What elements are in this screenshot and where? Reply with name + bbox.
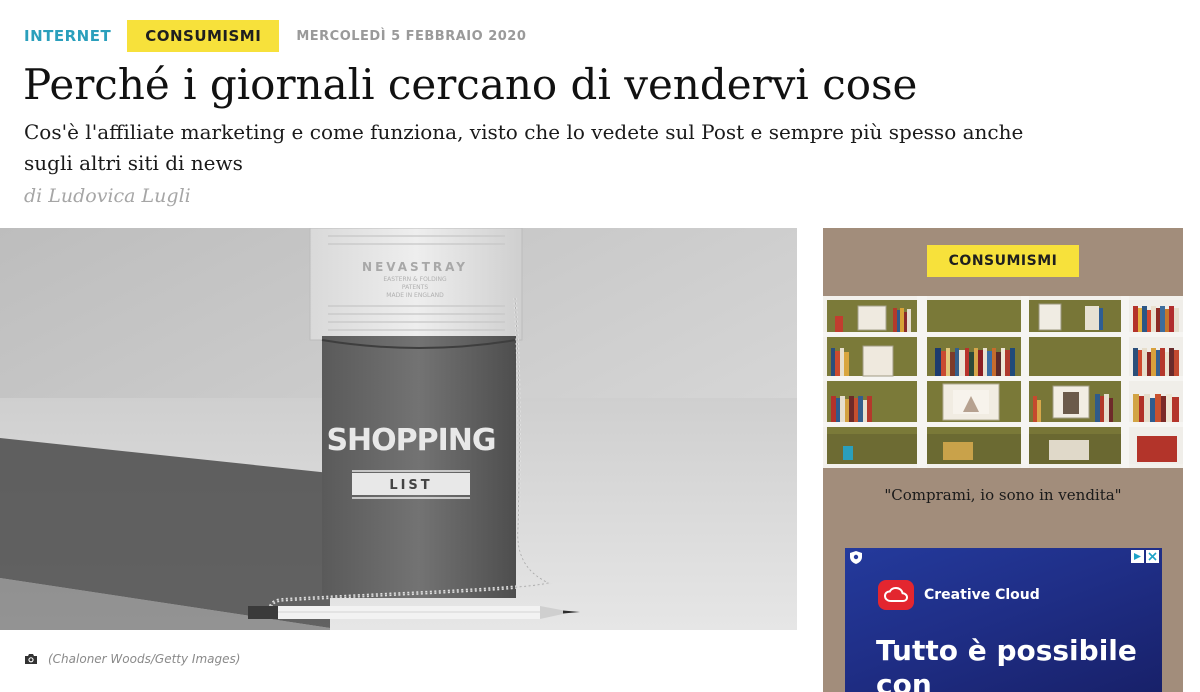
close-icon[interactable] [1146, 550, 1159, 563]
pad-brand: NEVASTRAY [362, 260, 468, 274]
ad-choices [1131, 550, 1159, 563]
category-tag-consumismi[interactable]: CONSUMISMI [127, 20, 280, 52]
sidebar-related: CONSUMISMI "Comprami, io sono in vendita… [823, 228, 1183, 692]
ad-shield-icon [850, 551, 862, 564]
ad-banner[interactable]: Creative Cloud Tutto è possibile con [845, 548, 1162, 692]
ad-headline: Tutto è possibile con [876, 634, 1137, 692]
article-meta: INTERNET CONSUMISMI MERCOLEDÌ 5 FEBBRAIO… [24, 20, 526, 52]
publish-date: MERCOLEDÌ 5 FEBBRAIO 2020 [296, 28, 527, 44]
pad-line-2: PATENTS [402, 284, 428, 291]
pad-line-1: EASTERN & FOLDING [383, 276, 447, 283]
main-photo[interactable]: NEVASTRAY EASTERN & FOLDING PATENTS MADE… [0, 228, 797, 630]
creative-cloud-logo-icon [878, 580, 914, 610]
camera-icon [24, 653, 38, 665]
sidebar-photo-bookshelf[interactable] [823, 296, 1183, 468]
pocket-list: LIST [389, 478, 432, 493]
pad-line-3: MADE IN ENGLAND [386, 292, 444, 299]
pocket-shopping: SHOPPING [326, 423, 495, 458]
article-subtitle: Cos'è l'affiliate marketing e come funzi… [24, 120, 1024, 175]
ad-brand-text: Creative Cloud [924, 587, 1040, 603]
sidebar-article-title[interactable]: "Comprami, io sono in vendita" [823, 486, 1183, 504]
article-headline: Perché i giornali cercano di vendervi co… [23, 60, 918, 109]
category-link-internet[interactable]: INTERNET [24, 27, 111, 45]
article-author[interactable]: di Ludovica Lugli [24, 185, 191, 207]
sidebar-category-tag[interactable]: CONSUMISMI [927, 245, 1079, 277]
ad-brand: Creative Cloud [878, 580, 1040, 610]
photo-caption: (Chaloner Woods/Getty Images) [24, 652, 240, 666]
caption-text: (Chaloner Woods/Getty Images) [48, 652, 241, 666]
shopping-pad: NEVASTRAY EASTERN & FOLDING PATENTS MADE… [309, 228, 523, 341]
pencil [248, 606, 580, 619]
adchoices-icon[interactable] [1131, 550, 1144, 563]
